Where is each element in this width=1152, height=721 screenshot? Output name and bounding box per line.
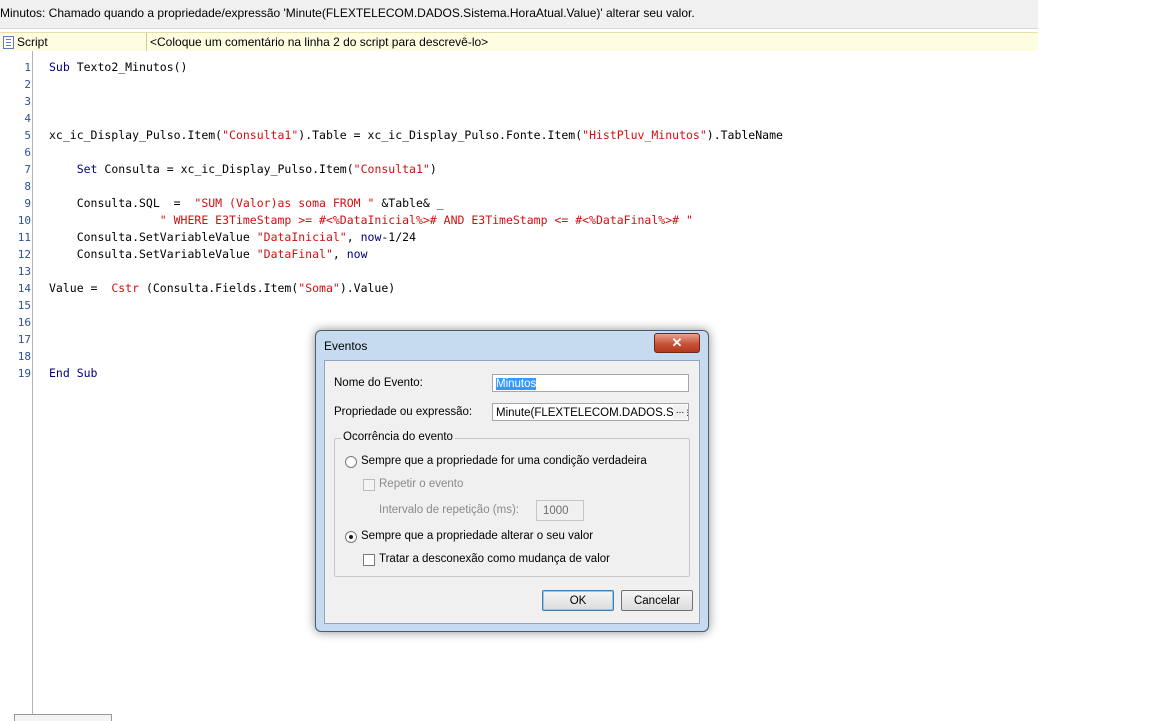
code-text: -1/24 (381, 230, 416, 244)
dialog-title: Eventos (324, 339, 368, 353)
expression-browse-button[interactable]: ... (673, 405, 687, 419)
event-description-text: Minutos: Chamado quando a propriedade/ex… (0, 6, 695, 20)
line-number: 17 (17, 333, 31, 346)
repeat-interval-label: Intervalo de repetição (ms): (379, 504, 519, 516)
event-occurrence-group: Ocorrência do evento Sempre que a propri… (334, 431, 690, 577)
code-line[interactable]: End Sub (49, 365, 97, 382)
expression-label: Propriedade ou expressão: (334, 406, 473, 418)
code-keyword: now (346, 247, 368, 261)
code-text: ).TableName (706, 128, 783, 142)
event-name-label: Nome do Evento: (334, 377, 423, 389)
event-name-input[interactable]: Minutos (492, 374, 689, 392)
repeat-interval-value: 1000 (543, 505, 569, 517)
code-text: xc_ic_Display_Pulso.Item( (49, 128, 223, 142)
code-text: Consulta.SetVariableValue (49, 247, 257, 261)
code-text: ).Value) (339, 281, 396, 295)
code-string: "Consulta1" (222, 128, 299, 142)
line-number: 6 (24, 146, 31, 159)
cancel-button[interactable]: Cancelar (621, 590, 693, 611)
dialog-body: Nome do Evento: Minutos Propriedade ou e… (324, 360, 700, 624)
line-number: 15 (17, 299, 31, 312)
code-text: , (346, 230, 361, 244)
eventos-dialog: Eventos ✕ Nome do Evento: Minutos Propri… (315, 330, 709, 632)
script-comment-field[interactable]: <Coloque um comentário na linha 2 do scr… (150, 35, 488, 49)
script-document-icon (3, 36, 14, 49)
code-string: "Consulta1" (353, 162, 430, 176)
bottom-tab[interactable] (14, 714, 112, 721)
line-number: 8 (24, 180, 31, 193)
code-string: "SUM (Valor)as soma FROM " (194, 196, 375, 210)
event-description-bar: Minutos: Chamado quando a propriedade/ex… (0, 0, 1038, 29)
event-name-value: Minutos (496, 378, 537, 390)
code-keyword: Set (76, 162, 98, 176)
line-number: 19 (17, 367, 31, 380)
code-text: Consulta.SQL = (49, 196, 195, 210)
line-number: 5 (24, 129, 31, 142)
code-text: ).Table = xc_ic_Display_Pulso.Fonte.Item… (298, 128, 583, 142)
disconnect-label[interactable]: Tratar a desconexão como mudança de valo… (379, 553, 610, 565)
code-line[interactable]: Set Consulta = xc_ic_Display_Pulso.Item(… (49, 161, 437, 178)
code-line[interactable]: " WHERE E3TimeStamp >= #<%DataInicial%>#… (49, 212, 693, 229)
close-icon: ✕ (671, 335, 683, 350)
line-number: 10 (17, 214, 31, 227)
expression-input[interactable]: Minute(FLEXTELECOM.DADOS.Sister ... (492, 403, 689, 421)
line-number: 7 (24, 163, 31, 176)
script-label: Script (17, 35, 48, 49)
line-number: 1 (24, 61, 31, 74)
code-text: Consulta = xc_ic_Display_Pulso.Item( (97, 162, 354, 176)
radio-true-condition-label[interactable]: Sempre que a propriedade for uma condiçã… (361, 455, 647, 467)
code-string: Cstr (111, 281, 140, 295)
code-text: ) (429, 162, 437, 176)
code-line[interactable]: Consulta.SetVariableValue "DataFinal", n… (49, 246, 368, 263)
code-text: (Consulta.Fields.Item( (139, 281, 299, 295)
code-text: Consulta.SetVariableValue (49, 230, 257, 244)
code-text: Texto2_Minutos() (69, 60, 188, 74)
code-keyword: Sub (49, 60, 70, 74)
radio-value-change-label[interactable]: Sempre que a propriedade alterar o seu v… (361, 530, 593, 542)
radio-value-change[interactable] (345, 531, 357, 543)
code-text: , (332, 247, 347, 261)
line-number: 4 (24, 112, 31, 125)
code-string: " WHERE E3TimeStamp >= #<%DataInicial%>#… (159, 213, 693, 227)
code-string: "Soma" (298, 281, 340, 295)
line-number: 9 (24, 197, 31, 210)
line-number: 12 (17, 248, 31, 261)
repeat-event-checkbox (363, 479, 375, 491)
code-string: "DataInicial" (256, 230, 347, 244)
line-number: 2 (24, 78, 31, 91)
line-number: 13 (17, 265, 31, 278)
repeat-event-label: Repetir o evento (379, 478, 464, 490)
event-occurrence-title: Ocorrência do evento (341, 431, 455, 443)
code-string: "HistPluv_Minutos" (582, 128, 707, 142)
ok-button[interactable]: OK (542, 590, 614, 611)
code-text: &Table& _ (374, 196, 444, 210)
code-line[interactable]: Consulta.SetVariableValue "DataInicial",… (49, 229, 416, 246)
line-number: 16 (17, 316, 31, 329)
line-number: 14 (17, 282, 31, 295)
disconnect-checkbox[interactable] (363, 554, 375, 566)
line-number: 11 (17, 231, 31, 244)
expression-value: Minute(FLEXTELECOM.DADOS.Sister (496, 407, 689, 419)
radio-true-condition[interactable] (345, 456, 357, 468)
code-line[interactable]: Consulta.SQL = "SUM (Valor)as soma FROM … (49, 195, 444, 212)
code-line[interactable]: xc_ic_Display_Pulso.Item("Consulta1").Ta… (49, 127, 783, 144)
code-keyword: now (360, 230, 382, 244)
line-number: 18 (17, 350, 31, 363)
script-bar-divider (146, 33, 147, 51)
close-button[interactable]: ✕ (654, 333, 700, 353)
code-keyword: End Sub (49, 366, 98, 380)
script-header-bar: Script <Coloque um comentário na linha 2… (0, 32, 1038, 52)
code-line[interactable]: Value = Cstr (Consulta.Fields.Item("Soma… (49, 280, 395, 297)
line-number: 3 (24, 95, 31, 108)
radio-value-change-dot (349, 535, 353, 539)
line-number-gutter: 1 2 3 4 5 6 7 8 9 10 11 12 13 14 15 16 17 18 19 (0, 51, 33, 719)
repeat-interval-input: 1000 (536, 500, 584, 521)
code-string: "DataFinal" (256, 247, 333, 261)
code-line[interactable]: Sub Texto2_Minutos() (49, 59, 187, 76)
code-text: Value = (49, 281, 112, 295)
